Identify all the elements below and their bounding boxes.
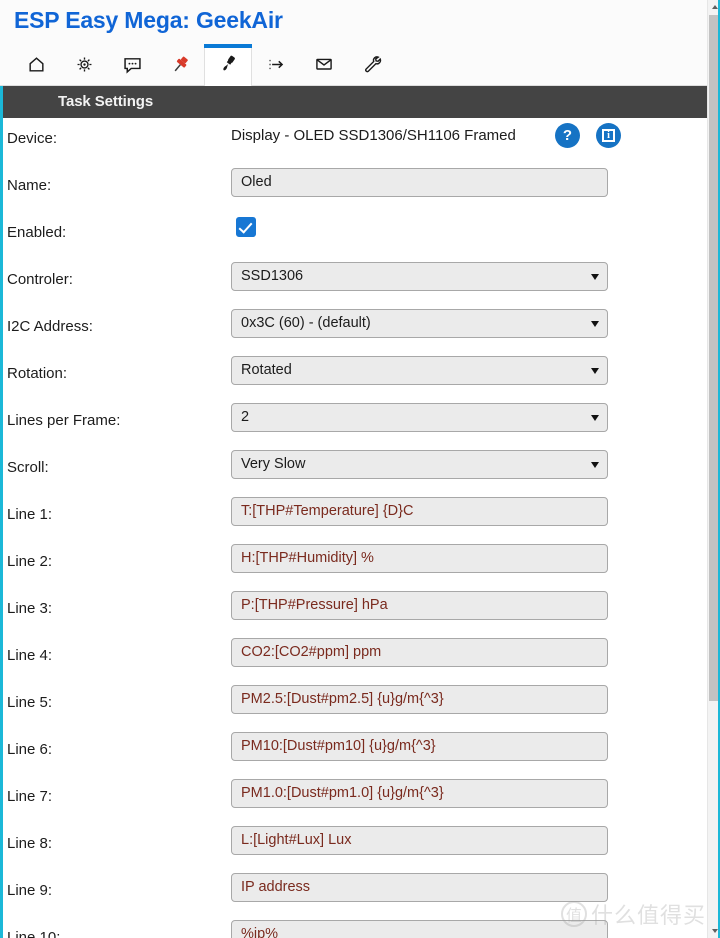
mail-icon xyxy=(314,54,334,78)
form-row-i2c-address: I2C Address: 0x3C (60) - (default) xyxy=(0,306,707,353)
name-input[interactable]: Oled xyxy=(231,168,608,197)
name-label: Name: xyxy=(7,177,52,194)
rotation-select[interactable]: Rotated xyxy=(231,356,608,385)
line-6-input[interactable]: PM10:[Dust#pm10] {u}g/m{^3} xyxy=(231,732,608,761)
form-row-line-9: Line 9: IP address xyxy=(0,870,707,917)
main-tab-bar xyxy=(12,44,396,86)
form-row-enabled: Enabled: xyxy=(0,212,707,259)
line-8-input[interactable]: L:[Light#Lux] Lux xyxy=(231,826,608,855)
line-2-input[interactable]: H:[THP#Humidity] % xyxy=(231,544,608,573)
form-row-name: Name: Oled xyxy=(0,165,707,212)
page-title: ESP Easy Mega: GeekAir xyxy=(14,7,283,33)
chevron-down-icon xyxy=(591,415,599,421)
tab-home[interactable] xyxy=(12,46,60,86)
form-row-line-10: Line 10: %ip% xyxy=(0,917,707,938)
i2c-address-label: I2C Address: xyxy=(7,318,93,335)
form-row-line-4: Line 4: CO2:[CO2#ppm] ppm xyxy=(0,635,707,682)
line-9-label: Line 9: xyxy=(7,882,53,899)
lines-per-frame-select[interactable]: 2 xyxy=(231,403,608,432)
line-7-label: Line 7: xyxy=(7,788,53,805)
info-icon[interactable]: i xyxy=(596,123,621,148)
line-10-label: Line 10: xyxy=(7,929,61,938)
device-value: Display - OLED SSD1306/SH1106 Framed xyxy=(231,127,516,144)
form-row-line-6: Line 6: PM10:[Dust#pm10] {u}g/m{^3} xyxy=(0,729,707,776)
tab-controllers[interactable] xyxy=(108,46,156,86)
line-1-input[interactable]: T:[THP#Temperature] {D}C xyxy=(231,497,608,526)
i2c-address-select[interactable]: 0x3C (60) - (default) xyxy=(231,309,608,338)
form-row-line-5: Line 5: PM2.5:[Dust#pm2.5] {u}g/m{^3} xyxy=(0,682,707,729)
line-10-input[interactable]: %ip% xyxy=(231,920,608,938)
task-settings-form: Device: Display - OLED SSD1306/SH1106 Fr… xyxy=(0,118,707,938)
form-row-line-2: Line 2: H:[THP#Humidity] % xyxy=(0,541,707,588)
line-2-label: Line 2: xyxy=(7,553,53,570)
help-icon[interactable]: ? xyxy=(555,123,580,148)
chevron-down-icon xyxy=(591,274,599,280)
lines-per-frame-label: Lines per Frame: xyxy=(7,412,121,429)
rotation-label: Rotation: xyxy=(7,365,68,382)
tab-devices[interactable] xyxy=(204,44,252,86)
chevron-down-icon xyxy=(591,368,599,374)
plug-icon xyxy=(218,53,239,78)
tab-rules[interactable] xyxy=(252,46,300,86)
wrench-icon xyxy=(362,54,383,79)
left-accent-border xyxy=(0,86,3,938)
tab-tools[interactable] xyxy=(348,46,396,86)
scroll-select[interactable]: Very Slow xyxy=(231,450,608,479)
form-row-scroll: Scroll: Very Slow xyxy=(0,447,707,494)
line-7-input[interactable]: PM1.0:[Dust#pm1.0] {u}g/m{^3} xyxy=(231,779,608,808)
form-row-line-3: Line 3: P:[THP#Pressure] hPa xyxy=(0,588,707,635)
home-icon xyxy=(27,55,46,78)
form-row-lines-per-frame: Lines per Frame: 2 xyxy=(0,400,707,447)
scroll-label: Scroll: xyxy=(7,459,49,476)
line-6-label: Line 6: xyxy=(7,741,53,758)
section-title: Task Settings xyxy=(58,93,154,110)
rotation-selected-value: Rotated xyxy=(241,362,292,378)
controler-select[interactable]: SSD1306 xyxy=(231,262,608,291)
form-row-device: Device: Display - OLED SSD1306/SH1106 Fr… xyxy=(0,118,707,165)
form-row-line-7: Line 7: PM1.0:[Dust#pm1.0] {u}g/m{^3} xyxy=(0,776,707,823)
lines-per-frame-selected-value: 2 xyxy=(241,409,250,425)
task-settings-header: Task Settings xyxy=(0,86,707,118)
arrow-icon xyxy=(266,54,287,79)
form-row-rotation: Rotation: Rotated xyxy=(0,353,707,400)
tab-hardware[interactable] xyxy=(156,46,204,86)
line-3-label: Line 3: xyxy=(7,600,53,617)
scroll-selected-value: Very Slow xyxy=(241,456,306,472)
pin-icon xyxy=(170,54,191,79)
line-5-input[interactable]: PM2.5:[Dust#pm2.5] {u}g/m{^3} xyxy=(231,685,608,714)
line-1-label: Line 1: xyxy=(7,506,53,523)
line-4-label: Line 4: xyxy=(7,647,53,664)
line-9-input[interactable]: IP address xyxy=(231,873,608,902)
gear-icon xyxy=(75,55,94,78)
chat-icon xyxy=(122,54,143,79)
tab-config[interactable] xyxy=(60,46,108,86)
line-4-input[interactable]: CO2:[CO2#ppm] ppm xyxy=(231,638,608,667)
line-3-input[interactable]: P:[THP#Pressure] hPa xyxy=(231,591,608,620)
form-row-line-8: Line 8: L:[Light#Lux] Lux xyxy=(0,823,707,870)
chevron-down-icon xyxy=(591,462,599,468)
tab-notifications[interactable] xyxy=(300,46,348,86)
controler-label: Controler: xyxy=(7,271,73,288)
chevron-down-icon xyxy=(591,321,599,327)
page-header: ESP Easy Mega: GeekAir xyxy=(0,0,707,86)
form-row-controler: Controler: SSD1306 xyxy=(0,259,707,306)
line-5-label: Line 5: xyxy=(7,694,53,711)
device-label: Device: xyxy=(7,130,58,147)
enabled-label: Enabled: xyxy=(7,224,67,241)
i2c-address-selected-value: 0x3C (60) - (default) xyxy=(241,315,371,331)
line-8-label: Line 8: xyxy=(7,835,53,852)
browser-page: ESP Easy Mega: GeekAir Task Settings Dev… xyxy=(0,0,720,938)
form-rows: Name: Oled Enabled: Controler: SSD1306 I2C Ad… xyxy=(0,165,707,938)
info-icon-letter: i xyxy=(602,129,615,142)
form-row-line-1: Line 1: T:[THP#Temperature] {D}C xyxy=(0,494,707,541)
enabled-checkbox[interactable] xyxy=(236,217,256,237)
controler-selected-value: SSD1306 xyxy=(241,268,304,284)
